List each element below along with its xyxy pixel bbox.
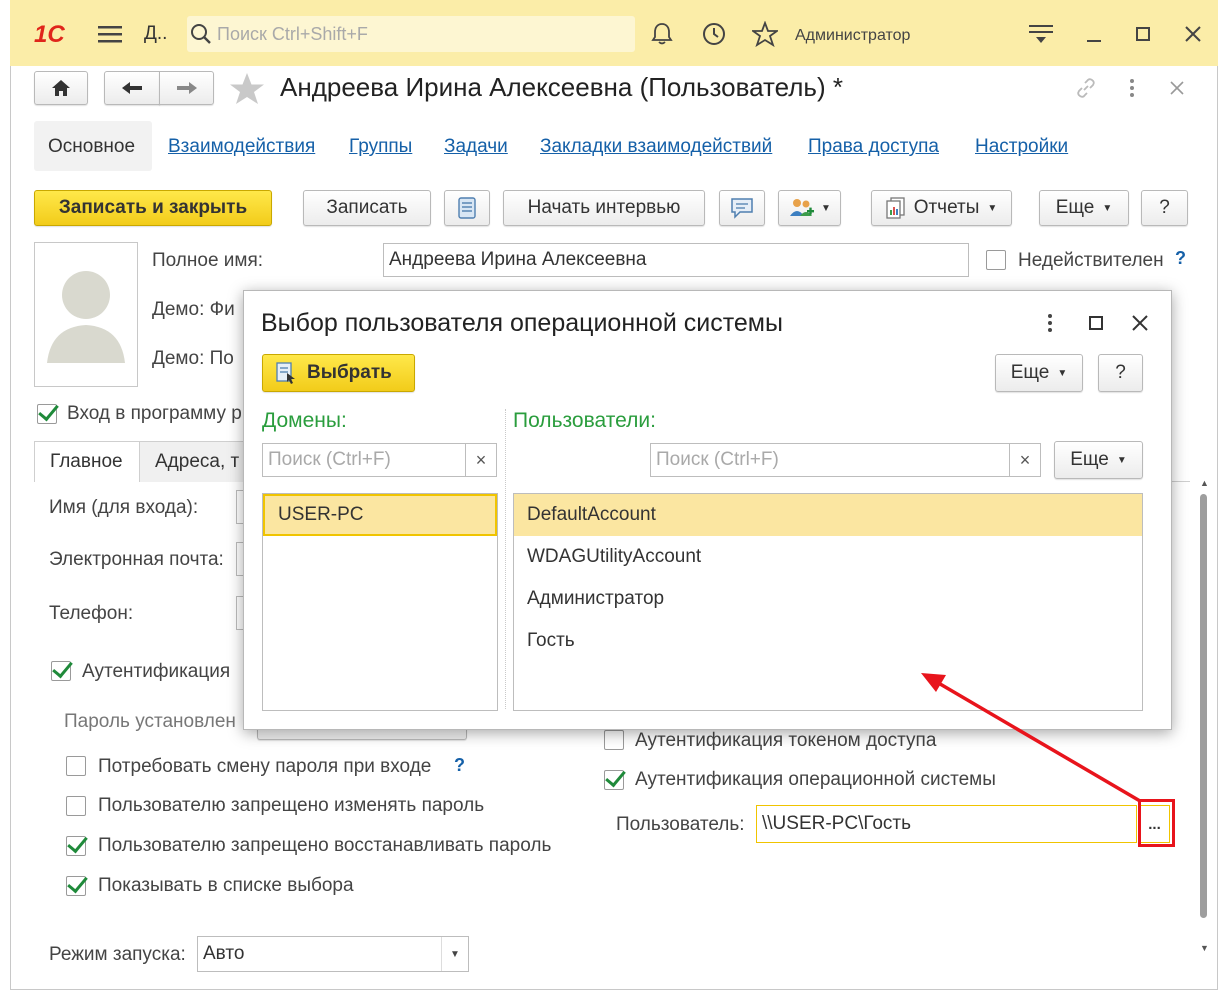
- annotation-arrow: [921, 673, 1141, 803]
